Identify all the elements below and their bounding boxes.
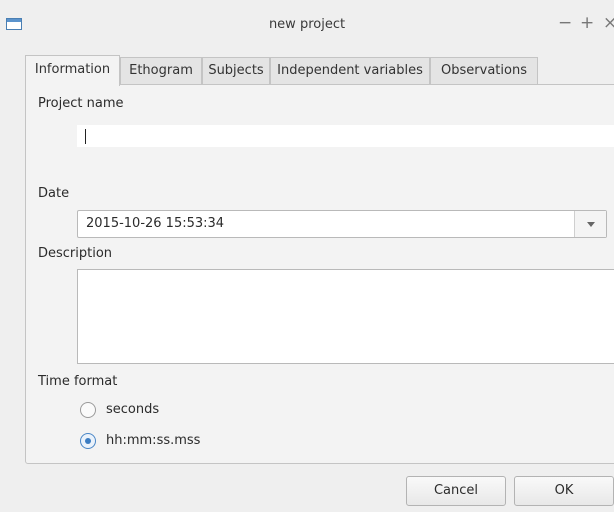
minimize-icon[interactable]: − [558,13,572,33]
radio-hhmmss-label: hh:mm:ss.mss [106,433,201,448]
tab-information[interactable]: Information [25,55,120,86]
tab-ethogram[interactable]: Ethogram [120,57,202,85]
date-combobox[interactable]: 2015-10-26 15:53:34 [77,210,607,238]
radio-hhmmss[interactable] [80,433,96,449]
time-format-label: Time format [38,374,118,389]
project-name-label: Project name [38,96,124,111]
radio-seconds[interactable] [80,402,96,418]
text-caret [85,129,86,144]
ok-button[interactable]: OK [514,476,614,506]
date-dropdown-button[interactable] [574,211,606,237]
window-title: new project [268,17,346,32]
project-name-input[interactable] [77,125,614,147]
tab-observations[interactable]: Observations [430,57,538,85]
close-icon[interactable]: × [603,13,614,33]
tab-subjects[interactable]: Subjects [202,57,270,85]
date-label: Date [38,186,70,201]
description-textarea[interactable] [77,269,614,364]
maximize-icon[interactable]: + [580,13,594,33]
tab-independent-variables[interactable]: Independent variables [270,57,430,85]
cancel-button[interactable]: Cancel [406,476,506,506]
chevron-down-icon [587,222,595,227]
radio-selected-dot [85,438,91,444]
radio-seconds-label: seconds [106,402,160,417]
date-value: 2015-10-26 15:53:34 [86,216,225,231]
description-label: Description [38,246,113,261]
title-bar: new project − + × [0,0,614,42]
